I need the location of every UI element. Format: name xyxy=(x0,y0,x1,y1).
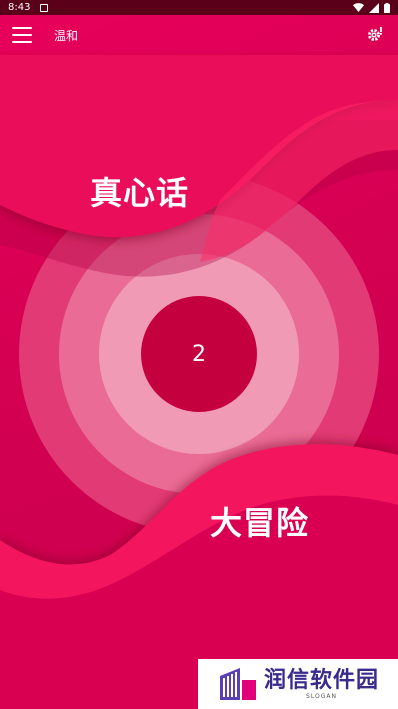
menu-button[interactable] xyxy=(12,27,32,43)
menu-icon-line xyxy=(12,27,32,29)
battery-icon xyxy=(384,2,390,13)
notification-icon xyxy=(40,3,49,12)
truth-label[interactable]: 真心话 xyxy=(90,168,189,214)
app-title: 温和 xyxy=(54,29,79,43)
screen: 8:43 温和 真心话 2 大冒险 润信软件园 SLOGAN xyxy=(0,0,398,709)
watermark-slogan: SLOGAN xyxy=(306,692,337,700)
status-time: 8:43 xyxy=(8,2,31,13)
signal-icon xyxy=(369,2,379,13)
status-bar: 8:43 xyxy=(0,0,398,15)
center-number[interactable]: 2 xyxy=(141,296,257,412)
app-bar: 温和 xyxy=(0,15,398,55)
watermark-text: 润信软件园 xyxy=(264,667,380,693)
settings-icon[interactable] xyxy=(366,25,384,43)
watermark-logo-icon xyxy=(220,668,256,700)
menu-icon-line xyxy=(12,34,32,36)
dare-label[interactable]: 大冒险 xyxy=(210,498,309,544)
watermark: 润信软件园 SLOGAN xyxy=(198,659,398,709)
wifi-icon xyxy=(353,3,364,12)
menu-icon-line xyxy=(12,41,32,43)
